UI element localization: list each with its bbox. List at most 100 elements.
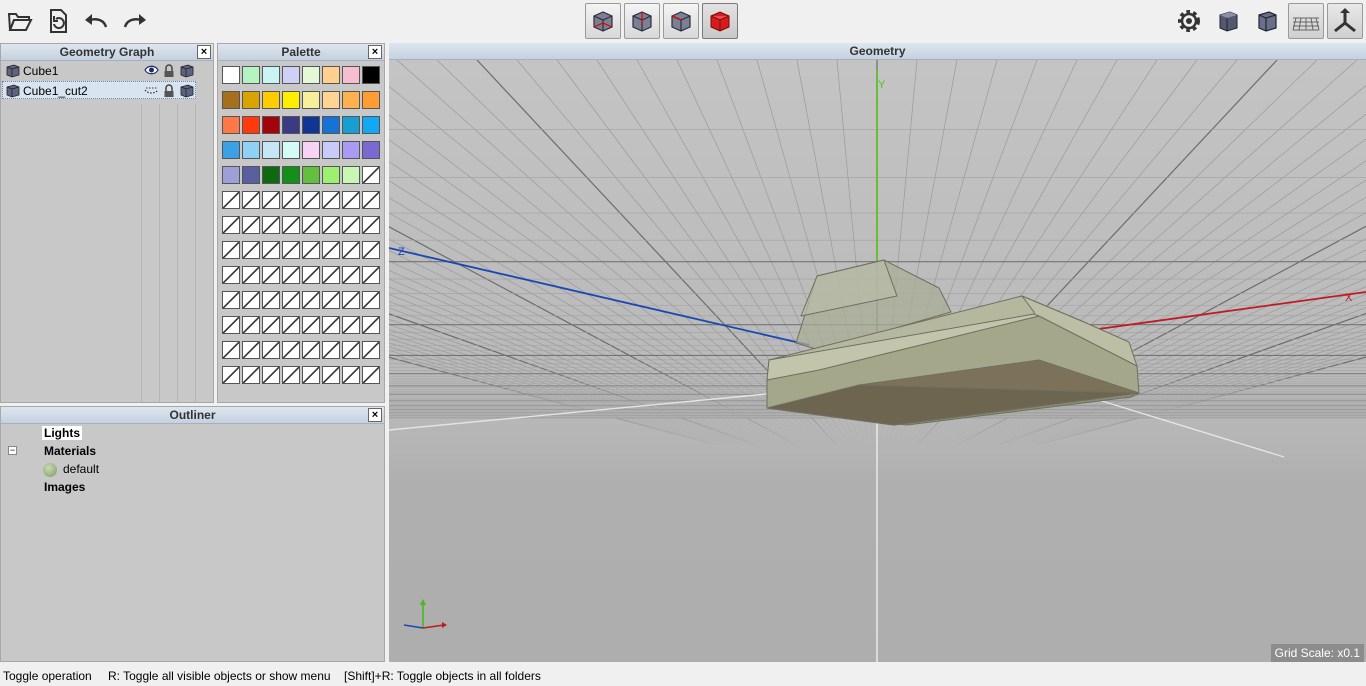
empty-color-swatch[interactable] [342,266,360,284]
shaded-cube-toggle-icon[interactable] [180,84,194,98]
empty-color-swatch[interactable] [282,241,300,259]
empty-color-swatch[interactable] [362,191,380,209]
empty-color-swatch[interactable] [302,341,320,359]
settings-gear-icon[interactable] [1171,3,1207,39]
empty-color-swatch[interactable] [222,216,240,234]
color-swatch[interactable] [322,166,340,184]
outliner-item-materials[interactable]: Materials [44,444,96,458]
color-swatch[interactable] [362,66,380,84]
empty-color-swatch[interactable] [262,216,280,234]
color-swatch[interactable] [302,91,320,109]
color-swatch[interactable] [242,141,260,159]
undo-icon[interactable] [78,3,114,39]
outliner-item-images[interactable]: Images [44,480,85,494]
empty-color-swatch[interactable] [322,341,340,359]
outliner-item-lights[interactable]: Lights [42,426,82,440]
empty-color-swatch[interactable] [302,291,320,309]
color-swatch[interactable] [222,66,240,84]
color-swatch[interactable] [342,91,360,109]
empty-color-swatch[interactable] [362,316,380,334]
geometry-item-cube1-cut2[interactable]: Cube1_cut2 [2,81,196,99]
empty-color-swatch[interactable] [342,291,360,309]
color-swatch[interactable] [322,116,340,134]
color-swatch[interactable] [302,141,320,159]
empty-color-swatch[interactable] [342,191,360,209]
empty-color-swatch[interactable] [262,341,280,359]
empty-color-swatch[interactable] [342,341,360,359]
empty-color-swatch[interactable] [322,291,340,309]
color-swatch[interactable] [262,141,280,159]
color-swatch[interactable] [342,141,360,159]
axes-icon[interactable] [1327,3,1363,39]
empty-color-swatch[interactable] [262,366,280,384]
empty-color-swatch[interactable] [322,191,340,209]
empty-color-swatch[interactable] [282,341,300,359]
open-folder-icon[interactable] [2,3,38,39]
3d-scene-canvas[interactable]: Y Z X [389,60,1366,662]
empty-color-swatch[interactable] [222,316,240,334]
color-swatch[interactable] [302,66,320,84]
color-swatch[interactable] [362,116,380,134]
outlined-cube-icon[interactable] [1249,3,1285,39]
redo-icon[interactable] [117,3,153,39]
wireframe-cube-icon[interactable] [585,3,621,39]
empty-color-swatch[interactable] [302,316,320,334]
empty-color-swatch[interactable] [322,266,340,284]
solid-red-cube-icon[interactable] [702,3,738,39]
empty-color-swatch[interactable] [302,366,320,384]
empty-color-swatch[interactable] [282,366,300,384]
empty-color-swatch[interactable] [222,266,240,284]
color-swatch[interactable] [242,166,260,184]
empty-color-swatch[interactable] [302,266,320,284]
empty-color-swatch[interactable] [342,216,360,234]
outliner-close-button[interactable]: × [368,408,382,422]
empty-color-swatch[interactable] [222,366,240,384]
color-swatch[interactable] [222,116,240,134]
empty-color-swatch[interactable] [242,241,260,259]
empty-color-swatch[interactable] [302,191,320,209]
geometry-graph-close-button[interactable]: × [197,45,211,59]
color-swatch[interactable] [342,116,360,134]
color-swatch[interactable] [282,166,300,184]
hidden-eye-icon[interactable] [144,84,159,96]
empty-color-swatch[interactable] [282,266,300,284]
color-swatch[interactable] [262,116,280,134]
palette-close-button[interactable]: × [368,45,382,59]
empty-color-swatch[interactable] [242,341,260,359]
empty-color-swatch[interactable] [322,241,340,259]
empty-color-swatch[interactable] [242,266,260,284]
empty-color-swatch[interactable] [242,316,260,334]
shaded-cube-icon[interactable] [1210,3,1246,39]
color-swatch[interactable] [262,91,280,109]
empty-color-swatch[interactable] [322,216,340,234]
color-swatch[interactable] [282,66,300,84]
empty-color-swatch[interactable] [262,241,280,259]
empty-color-swatch[interactable] [222,241,240,259]
empty-color-swatch[interactable] [302,216,320,234]
empty-color-swatch[interactable] [242,366,260,384]
empty-color-swatch[interactable] [222,341,240,359]
color-swatch[interactable] [362,141,380,159]
color-swatch[interactable] [282,141,300,159]
empty-color-swatch[interactable] [222,291,240,309]
color-swatch[interactable] [362,91,380,109]
grid-plane-icon[interactable] [1288,3,1324,39]
empty-color-swatch[interactable] [322,366,340,384]
empty-color-swatch[interactable] [362,266,380,284]
color-swatch[interactable] [322,141,340,159]
color-swatch[interactable] [322,66,340,84]
empty-color-swatch[interactable] [362,216,380,234]
empty-color-swatch[interactable] [342,366,360,384]
color-swatch[interactable] [342,66,360,84]
outliner-item-default-material[interactable]: default [63,462,99,476]
empty-color-swatch[interactable] [262,266,280,284]
empty-color-swatch[interactable] [282,216,300,234]
empty-color-swatch[interactable] [342,241,360,259]
empty-color-swatch[interactable] [262,291,280,309]
empty-color-swatch[interactable] [282,291,300,309]
color-swatch[interactable] [242,66,260,84]
empty-color-swatch[interactable] [362,291,380,309]
collapse-toggle-icon[interactable]: − [8,446,17,455]
color-swatch[interactable] [242,91,260,109]
color-swatch[interactable] [222,166,240,184]
